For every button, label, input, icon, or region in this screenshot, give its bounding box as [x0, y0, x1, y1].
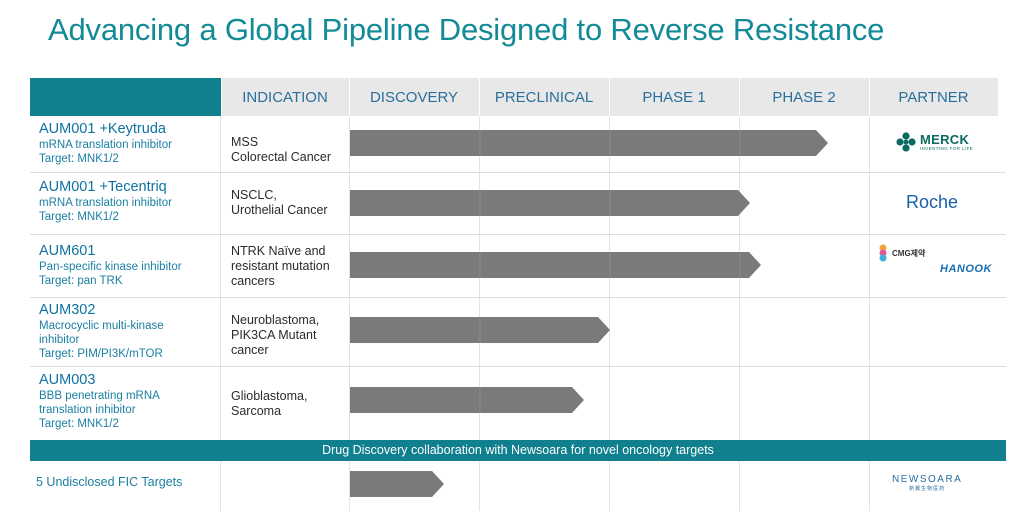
divider — [479, 461, 480, 511]
divider — [869, 461, 870, 511]
divider — [30, 366, 1006, 367]
indication-line: Neuroblastoma, — [231, 313, 320, 327]
divider — [869, 116, 870, 440]
indication-line: cancer — [231, 343, 269, 357]
progress-arrow — [350, 130, 828, 156]
divider — [30, 172, 1006, 173]
program-description: BBB penetrating mRNA — [39, 390, 160, 402]
progress-bar — [350, 190, 750, 216]
indication-line: MSS — [231, 135, 259, 149]
indication-cell: NSCLC, Urothelial Cancer — [231, 188, 328, 218]
program-aum003: AUM003 BBB penetrating mRNA translation … — [39, 372, 160, 431]
program-name: AUM001 +Tecentriq — [39, 179, 167, 195]
program-target: Target: MNK1/2 — [39, 418, 119, 430]
progress-arrow — [350, 252, 761, 278]
partner-hanook-logo: HANOOK — [940, 263, 992, 275]
program-target: Target: pan TRK — [39, 275, 123, 287]
divider — [221, 78, 222, 116]
divider — [869, 78, 870, 116]
divider — [739, 116, 740, 440]
undisclosed-targets-label: 5 Undisclosed FIC Targets — [36, 475, 183, 489]
program-description: translation inhibitor — [39, 404, 136, 416]
program-description: mRNA translation inhibitor — [39, 197, 172, 209]
program-name: AUM601 — [39, 243, 96, 259]
indication-cell: NTRK Naïve and resistant mutation cancer… — [231, 244, 330, 289]
divider — [220, 116, 221, 440]
program-target: Target: MNK1/2 — [39, 211, 119, 223]
progress-arrow — [350, 471, 444, 497]
program-target: Target: PIM/PI3K/mTOR — [39, 348, 163, 360]
program-description: mRNA translation inhibitor — [39, 139, 172, 151]
page-title: Advancing a Global Pipeline Designed to … — [48, 12, 885, 47]
progress-arrow-shape — [350, 130, 828, 156]
progress-bar — [350, 471, 444, 497]
progress-arrow — [350, 387, 584, 413]
divider — [220, 461, 221, 511]
program-description: Pan-specific kinase inhibitor — [39, 261, 182, 273]
indication-line: NTRK Naïve and — [231, 244, 326, 258]
divider — [739, 78, 740, 116]
divider — [479, 78, 480, 116]
merck-wordmark: MERCK — [920, 131, 970, 147]
program-name: AUM302 — [39, 302, 96, 318]
progress-bar — [350, 130, 828, 156]
program-name: AUM003 — [39, 372, 96, 388]
indication-line: cancers — [231, 274, 275, 288]
indication-line: Urothelial Cancer — [231, 203, 328, 217]
partner-cmg-logo: CMG제약 — [876, 244, 925, 262]
indication-cell: Neuroblastoma, PIK3CA Mutant cancer — [231, 313, 319, 358]
program-target: Target: MNK1/2 — [39, 153, 119, 165]
newsoara-subtitle: 新翼生物医药 — [909, 486, 946, 492]
progress-bar — [350, 252, 761, 278]
collaboration-banner: Drug Discovery collaboration with Newsoa… — [30, 440, 1006, 461]
indication-line: Glioblastoma, — [231, 389, 308, 403]
divider — [30, 297, 1006, 298]
divider — [609, 461, 610, 511]
divider — [739, 461, 740, 511]
merck-mark-icon — [896, 132, 916, 152]
divider — [349, 78, 350, 116]
progress-arrow — [350, 190, 750, 216]
indication-cell: Glioblastoma, Sarcoma — [231, 389, 307, 419]
program-aum601: AUM601 Pan-specific kinase inhibitor Tar… — [39, 243, 182, 288]
header-discovery: DISCOVERY — [369, 89, 459, 106]
indication-cell: MSS Colorectal Cancer — [231, 135, 331, 165]
program-aum001-keytruda: AUM001 +Keytruda mRNA translation inhibi… — [39, 121, 172, 166]
newsoara-wordmark: NEWSOARA — [892, 474, 963, 485]
header-partner: PARTNER — [898, 89, 969, 106]
progress-arrow-shape — [350, 471, 444, 497]
header-preclinical: PRECLINICAL — [494, 89, 594, 106]
indication-line: PIK3CA Mutant — [231, 328, 317, 342]
cmg-wordmark: CMG제약 — [892, 248, 926, 258]
progress-bar — [350, 387, 584, 413]
indication-line: Colorectal Cancer — [231, 150, 332, 164]
header-indication: INDICATION — [242, 89, 328, 106]
program-aum302: AUM302 Macrocyclic multi-kinase inhibito… — [39, 302, 164, 361]
progress-arrow-shape — [350, 387, 584, 413]
header-phase2: PHASE 2 — [772, 89, 836, 106]
progress-arrow — [350, 317, 610, 343]
progress-bar — [350, 317, 610, 343]
indication-line: NSCLC, — [231, 188, 277, 202]
divider — [30, 234, 1006, 235]
indication-line: resistant mutation — [231, 259, 330, 273]
program-aum001-tecentriq: AUM001 +Tecentriq mRNA translation inhib… — [39, 179, 172, 224]
merck-tagline: INVENTING FOR LIFE — [920, 145, 974, 151]
divider — [609, 116, 610, 440]
header-phase1: PHASE 1 — [642, 89, 706, 106]
partner-roche-logo: Roche — [906, 192, 959, 212]
program-name: AUM001 +Keytruda — [39, 121, 166, 137]
program-description: Macrocyclic multi-kinase — [39, 320, 164, 332]
cmg-mark-icon — [879, 244, 887, 262]
progress-arrow-shape — [350, 252, 761, 278]
program-description: inhibitor — [39, 334, 80, 346]
header-blank-cell — [30, 78, 221, 116]
divider — [609, 78, 610, 116]
partner-merck-logo: MERCK INVENTING FOR LIFE — [896, 132, 973, 152]
progress-arrow-shape — [350, 190, 750, 216]
partner-newsoara-logo: NEWSOARA 新翼生物医药 — [892, 474, 962, 492]
indication-line: Sarcoma — [231, 404, 282, 418]
